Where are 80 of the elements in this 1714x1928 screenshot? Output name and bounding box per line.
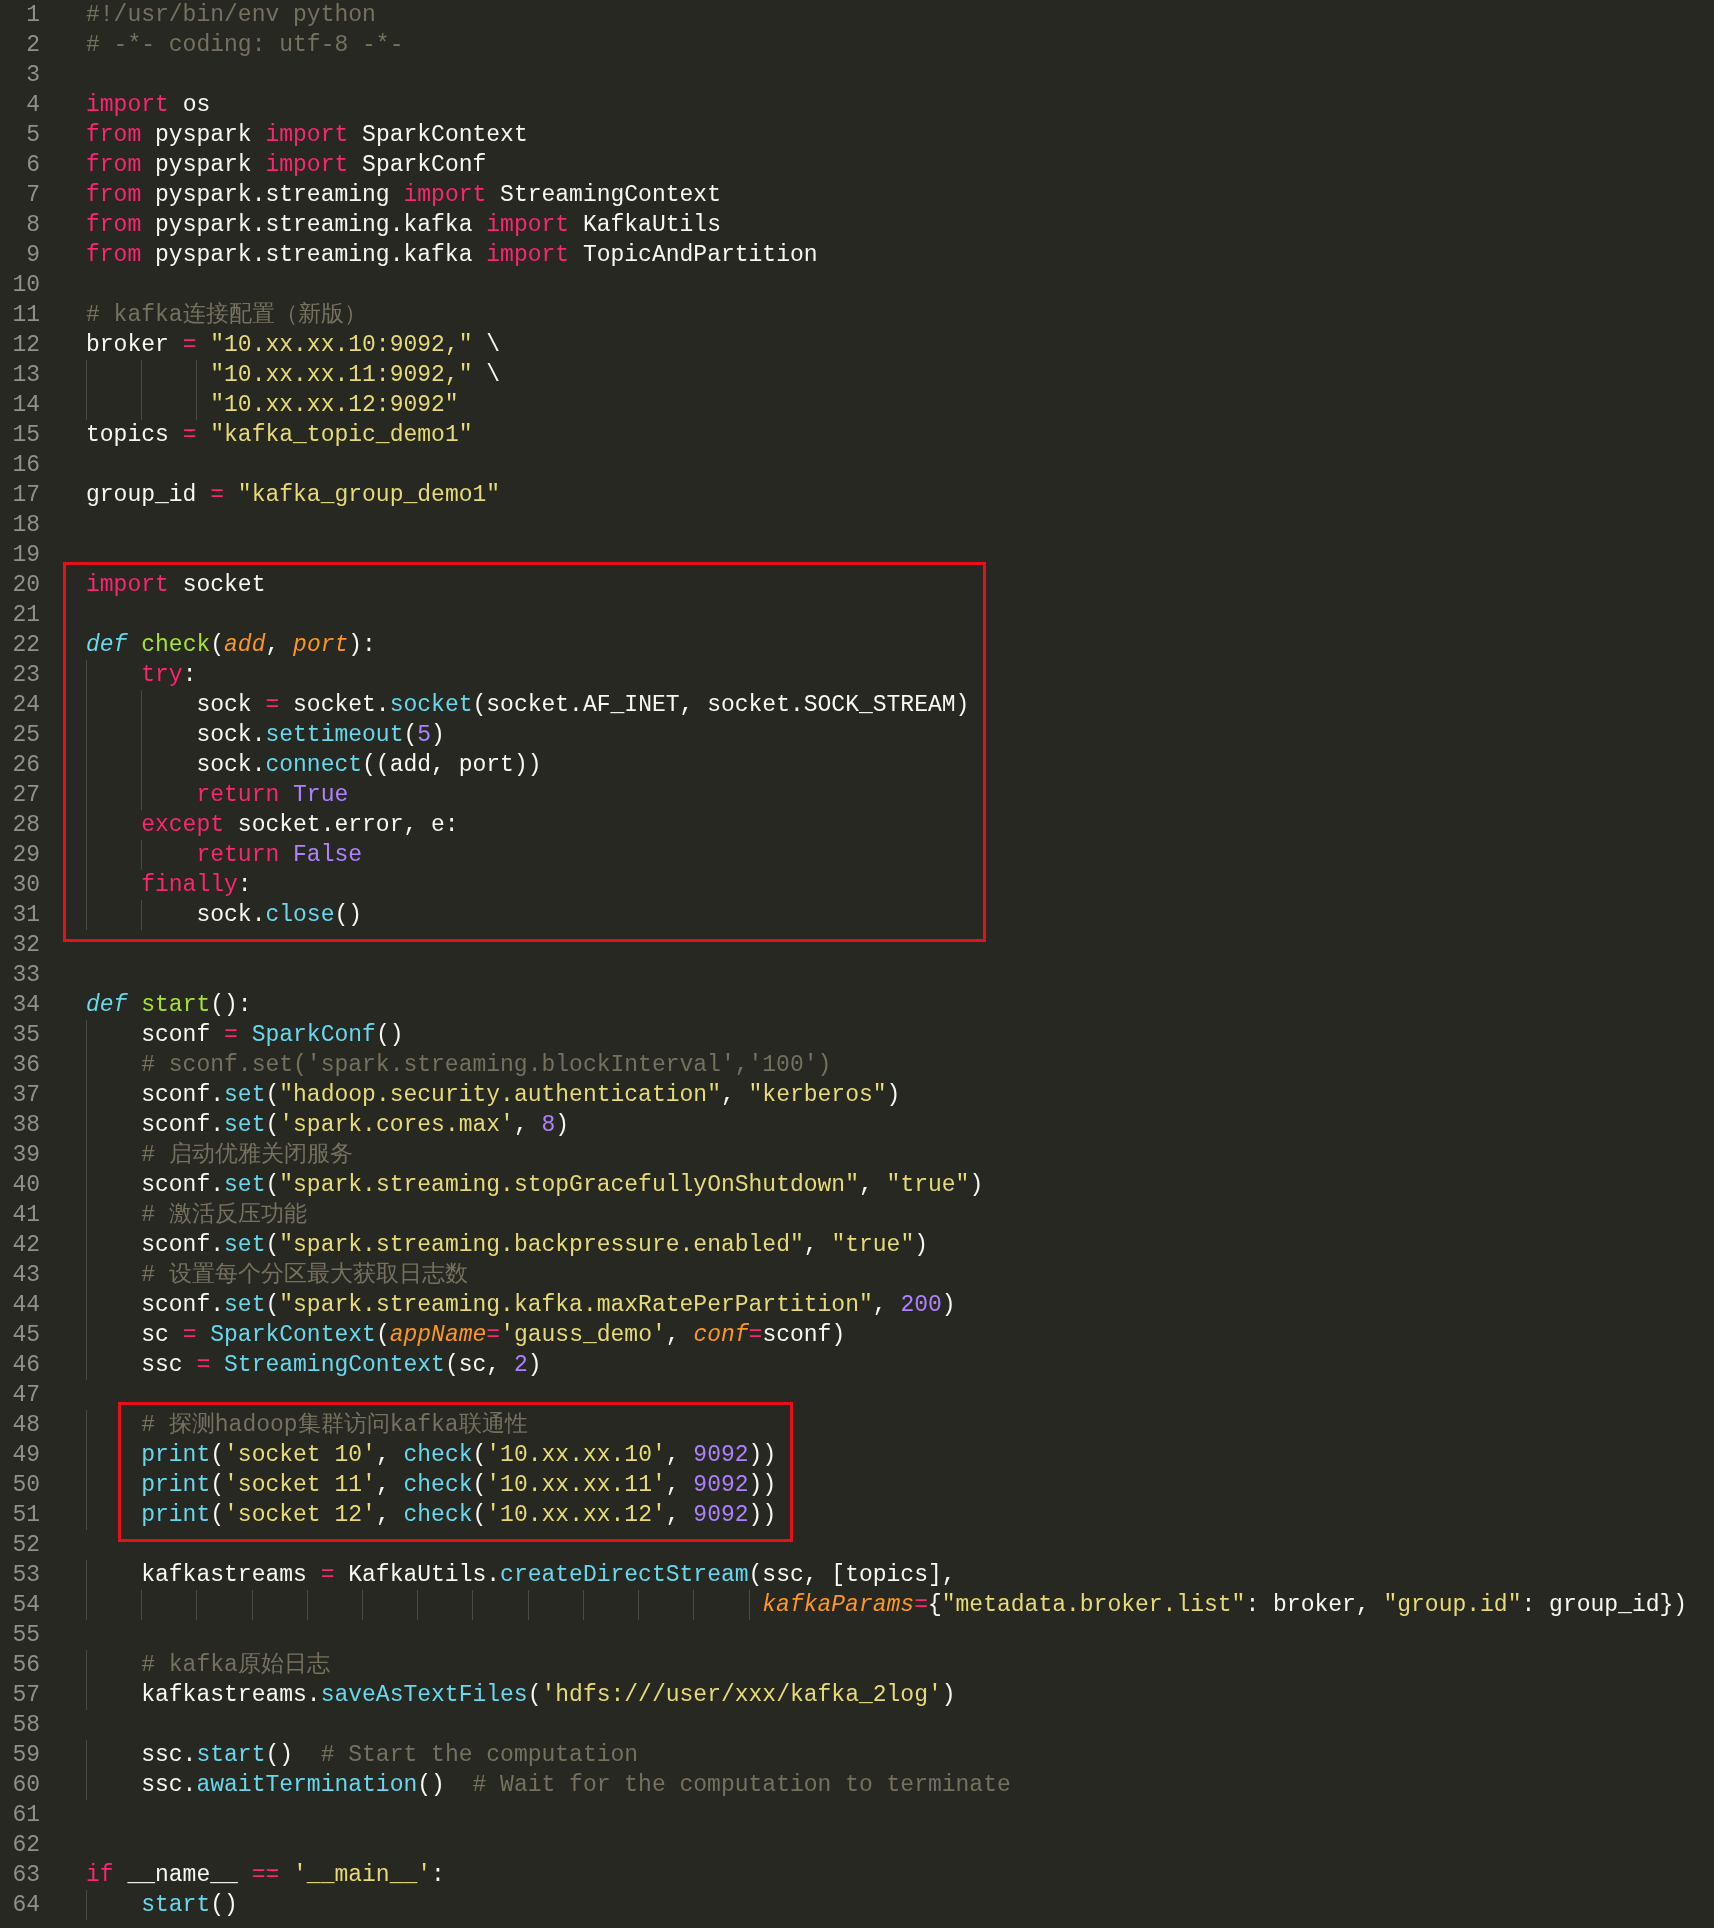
line-number: 17: [12, 482, 40, 508]
line-number: 51: [12, 1502, 40, 1528]
line-number: 43: [12, 1262, 40, 1288]
line-number: 48: [12, 1412, 40, 1438]
code-line: #!/usr/bin/env python: [86, 1, 376, 30]
line-number: 59: [12, 1742, 40, 1768]
line-number: 15: [12, 422, 40, 448]
line-number: 1: [26, 2, 40, 28]
code-line: import os: [86, 91, 211, 120]
line-number: 28: [12, 812, 40, 838]
line-number: 29: [12, 842, 40, 868]
code-line: from pyspark import SparkConf: [86, 151, 487, 180]
line-number: 45: [12, 1322, 40, 1348]
code-line: # -*- coding: utf-8 -*-: [86, 31, 404, 60]
code-line: broker = "10.xx.xx.10:9092," \: [86, 331, 501, 360]
line-number: 64: [12, 1892, 40, 1918]
code-line: import socket: [86, 571, 266, 600]
line-number: 23: [12, 662, 40, 688]
line-number: 56: [12, 1652, 40, 1678]
line-number: 7: [26, 182, 40, 208]
code-line: from pyspark.streaming import StreamingContext: [86, 181, 721, 210]
line-number: 11: [12, 302, 40, 328]
line-number: 55: [12, 1622, 40, 1648]
line-number: 16: [12, 452, 40, 478]
line-number: 4: [26, 92, 40, 118]
line-number: 37: [12, 1082, 40, 1108]
code-line: topics = "kafka_topic_demo1": [86, 421, 473, 450]
line-number: 41: [12, 1202, 40, 1228]
line-number: 52: [12, 1532, 40, 1558]
code-line: from pyspark import SparkContext: [86, 121, 528, 150]
line-number: 36: [12, 1052, 40, 1078]
line-number: 10: [12, 272, 40, 298]
line-number: 63: [12, 1862, 40, 1888]
line-number: 14: [12, 392, 40, 418]
code-line: group_id = "kafka_group_demo1": [86, 481, 501, 510]
code-line: from pyspark.streaming.kafka import TopicAndPartition: [86, 241, 818, 270]
line-number: 39: [12, 1142, 40, 1168]
line-number: 33: [12, 962, 40, 988]
line-number: 47: [12, 1382, 40, 1408]
line-number: 60: [12, 1772, 40, 1798]
line-number: 26: [12, 752, 40, 778]
code-line: def start():: [86, 991, 252, 1020]
line-number: 34: [12, 992, 40, 1018]
line-number: 6: [26, 152, 40, 178]
line-number: 50: [12, 1472, 40, 1498]
line-number: 46: [12, 1352, 40, 1378]
line-number: 32: [12, 932, 40, 958]
line-number: 30: [12, 872, 40, 898]
line-number: 38: [12, 1112, 40, 1138]
line-number: 18: [12, 512, 40, 538]
line-number: 40: [12, 1172, 40, 1198]
line-number: 58: [12, 1712, 40, 1738]
code-line: # kafka连接配置（新版）: [86, 300, 367, 330]
line-number: 44: [12, 1292, 40, 1318]
code-line: from pyspark.streaming.kafka import KafkaUtils: [86, 211, 721, 240]
line-number: 54: [12, 1592, 40, 1618]
line-number: 27: [12, 782, 40, 808]
line-number: 53: [12, 1562, 40, 1588]
line-number: 24: [12, 692, 40, 718]
line-number: 9: [26, 242, 40, 268]
line-number: 31: [12, 902, 40, 928]
line-number: 3: [26, 62, 40, 88]
line-number: 21: [12, 602, 40, 628]
code-line: if __name__ == '__main__':: [86, 1861, 445, 1890]
line-number: 2: [26, 32, 40, 58]
line-number: 42: [12, 1232, 40, 1258]
line-number: 19: [12, 542, 40, 568]
line-number: 8: [26, 212, 40, 238]
line-number: 61: [12, 1802, 40, 1828]
line-number: 12: [12, 332, 40, 358]
line-number: 62: [12, 1832, 40, 1858]
line-number: 13: [12, 362, 40, 388]
line-number: 57: [12, 1682, 40, 1708]
line-number: 5: [26, 122, 40, 148]
line-number: 20: [12, 572, 40, 598]
line-number: 35: [12, 1022, 40, 1048]
line-number: 25: [12, 722, 40, 748]
code-line: def check(add, port):: [86, 631, 376, 660]
line-number: 22: [12, 632, 40, 658]
line-number: 49: [12, 1442, 40, 1468]
